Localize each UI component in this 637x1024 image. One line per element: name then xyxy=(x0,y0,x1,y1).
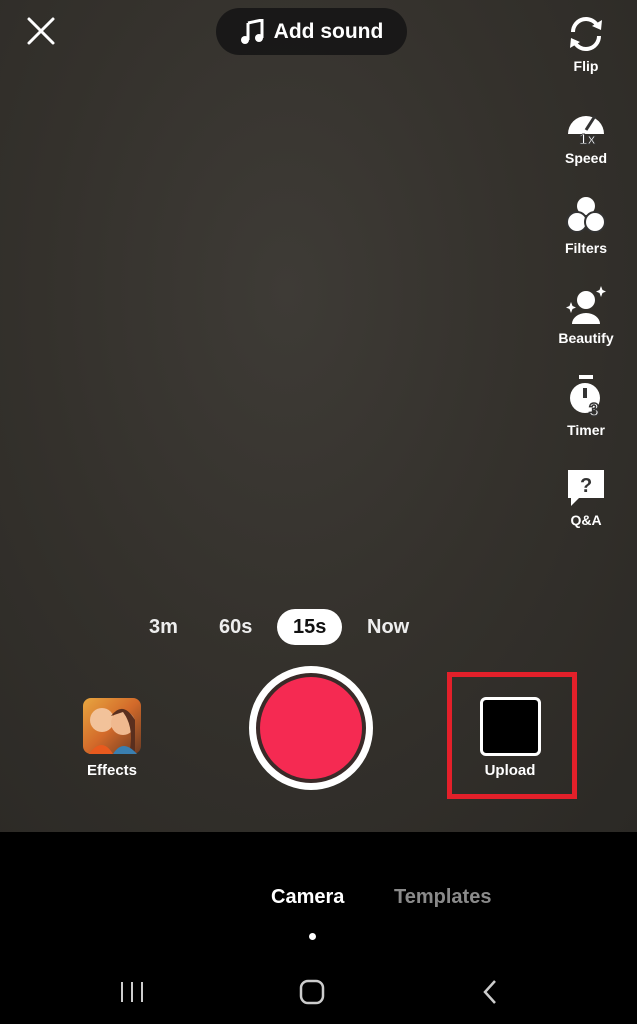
beautify-button[interactable]: Beautify xyxy=(552,284,620,346)
duration-15s[interactable]: 15s xyxy=(277,609,343,645)
svg-text:1x: 1x xyxy=(579,131,596,146)
tab-camera[interactable]: Camera xyxy=(271,886,344,909)
flip-button[interactable]: Flip xyxy=(552,14,620,74)
qa-label: Q&A xyxy=(570,512,602,528)
effects-avatar-icon xyxy=(89,708,137,754)
beautify-label: Beautify xyxy=(558,330,614,346)
effects-thumbnail[interactable] xyxy=(83,698,141,754)
svg-text:?: ? xyxy=(580,475,592,497)
add-sound-button[interactable]: Add sound xyxy=(216,8,407,55)
duration-selector: 3m 60s 15s Now xyxy=(0,609,637,645)
effects-label[interactable]: Effects xyxy=(72,762,152,779)
active-tab-indicator xyxy=(309,933,316,940)
record-button[interactable] xyxy=(249,666,373,790)
add-sound-label: Add sound xyxy=(273,19,384,43)
home-icon[interactable] xyxy=(298,978,326,1006)
timer-button[interactable]: 3 Timer xyxy=(552,374,620,438)
music-note-icon xyxy=(240,18,264,44)
back-icon[interactable] xyxy=(480,978,500,1006)
speed-button[interactable]: 1x Speed xyxy=(552,104,620,166)
record-button-inner xyxy=(260,677,362,779)
flip-label: Flip xyxy=(573,58,599,74)
duration-3m[interactable]: 3m xyxy=(149,609,178,645)
close-icon[interactable] xyxy=(26,16,56,46)
speed-icon: 1x xyxy=(568,115,604,146)
speed-label: Speed xyxy=(564,150,607,166)
flip-icon xyxy=(570,17,602,51)
duration-60s[interactable]: 60s xyxy=(219,609,252,645)
svg-text:3: 3 xyxy=(589,400,599,418)
qa-icon: ? xyxy=(568,470,604,506)
duration-now[interactable]: Now xyxy=(367,609,409,645)
tab-templates[interactable]: Templates xyxy=(394,886,491,909)
timer-label: Timer xyxy=(567,422,605,438)
filters-label: Filters xyxy=(564,240,607,256)
filters-button[interactable]: Filters xyxy=(552,194,620,256)
qa-button[interactable]: ? Q&A xyxy=(552,466,620,528)
upload-highlight-box xyxy=(447,672,577,799)
timer-icon: 3 xyxy=(570,375,600,418)
recent-apps-icon[interactable] xyxy=(118,980,146,1004)
beautify-icon xyxy=(566,286,606,324)
filters-icon xyxy=(566,197,606,233)
